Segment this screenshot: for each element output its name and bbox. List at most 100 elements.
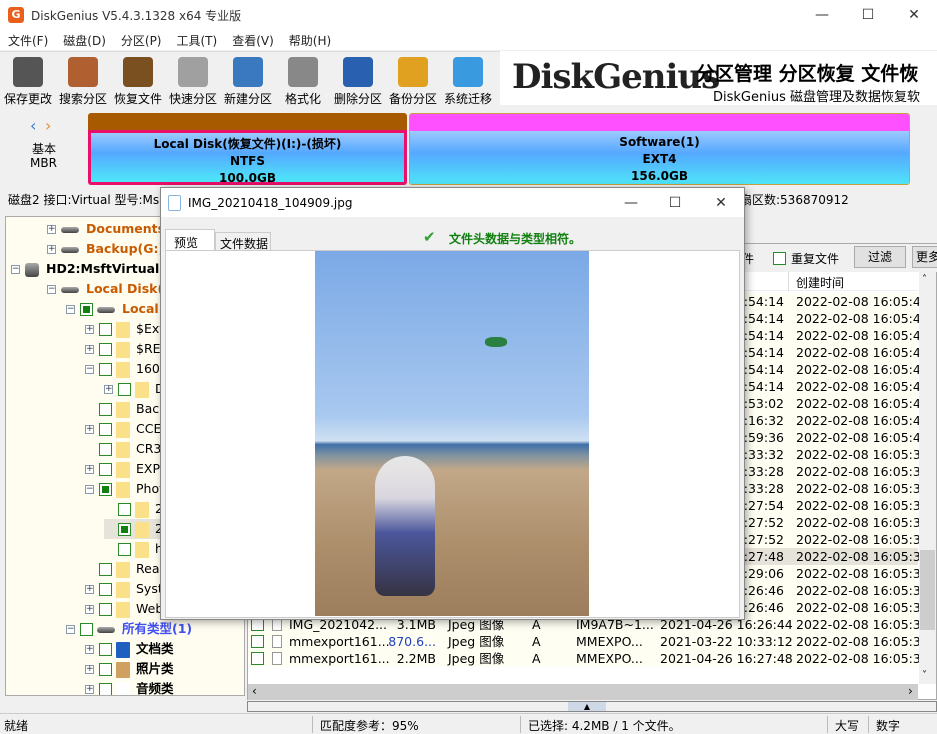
tree-checkbox[interactable]: [99, 483, 112, 496]
collapse-icon[interactable]: −: [66, 625, 75, 634]
table-row[interactable]: mmexport161... 870.6... Jpeg 图像 A MMEXPO... 2…: [248, 633, 929, 650]
more-button[interactable]: 更多: [912, 246, 937, 268]
tree-item[interactable]: +D: [104, 379, 165, 399]
scroll-thumb[interactable]: [920, 550, 935, 630]
tree-checkbox[interactable]: [99, 363, 112, 376]
menu-item[interactable]: 帮助(H): [281, 30, 338, 49]
menu-item[interactable]: 查看(V): [224, 30, 281, 49]
column-created-time[interactable]: 创建时间: [796, 274, 844, 291]
expand-icon[interactable]: +: [47, 245, 56, 254]
filter-button[interactable]: 过滤: [854, 246, 906, 268]
expand-icon[interactable]: +: [47, 225, 56, 234]
splitter[interactable]: ▲: [247, 701, 937, 712]
menu-item[interactable]: 文件(F): [0, 30, 55, 49]
partition-block-software[interactable]: Software(1) EXT4 156.0GB: [409, 113, 910, 185]
created-time: 2022-02-08 16:05:39: [796, 549, 929, 564]
tab-preview[interactable]: 预览: [165, 229, 215, 251]
toolbar-button[interactable]: 快速分区: [166, 54, 220, 106]
tree-item[interactable]: + Backup(G:): [47, 239, 164, 259]
expand-icon[interactable]: +: [85, 345, 94, 354]
tree-item[interactable]: CR3: [85, 439, 161, 459]
close-button[interactable]: ✕: [891, 0, 937, 30]
folder-icon: [116, 401, 130, 418]
collapse-icon[interactable]: −: [85, 485, 94, 494]
toolbar-label: 系统迁移: [443, 92, 492, 106]
duplicate-files-checkbox[interactable]: [773, 252, 786, 265]
folder-icon: [116, 361, 130, 378]
menu-item[interactable]: 工具(T): [169, 30, 225, 49]
tree-checkbox[interactable]: [99, 343, 112, 356]
expand-icon[interactable]: +: [85, 645, 94, 654]
expand-icon[interactable]: +: [85, 605, 94, 614]
child-figure: [375, 456, 435, 596]
tree-item[interactable]: + 音频类: [85, 679, 174, 695]
tree-checkbox[interactable]: [80, 623, 93, 636]
tree-label: EXP: [136, 461, 160, 476]
tree-checkbox[interactable]: [99, 443, 112, 456]
maximize-button[interactable]: ☐: [845, 0, 891, 30]
scroll-down-icon[interactable]: ˅: [922, 670, 927, 681]
tree-checkbox[interactable]: [99, 423, 112, 436]
toolbar-button[interactable]: 格式化: [276, 54, 330, 106]
tree-checkbox[interactable]: [99, 583, 112, 596]
partition-block-local-disk[interactable]: Local Disk(恢复文件)(I:)-(损坏) NTFS 100.0GB: [88, 113, 407, 185]
tree-checkbox[interactable]: [99, 563, 112, 576]
table-row[interactable]: mmexport161... 2.2MB Jpeg 图像 A MMEXPO... 2021…: [248, 650, 929, 667]
tree-checkbox[interactable]: [118, 503, 131, 516]
expand-icon[interactable]: +: [85, 425, 94, 434]
tree-checkbox[interactable]: [80, 303, 93, 316]
tree-checkbox[interactable]: [99, 643, 112, 656]
expand-icon[interactable]: +: [85, 665, 94, 674]
toolbar-button[interactable]: 搜索分区: [56, 54, 110, 106]
expand-icon[interactable]: +: [104, 385, 113, 394]
collapse-icon[interactable]: −: [47, 285, 56, 294]
tree-item[interactable]: + EXP: [85, 459, 160, 479]
next-disk-icon[interactable]: ›: [45, 116, 51, 135]
scroll-left-icon[interactable]: ‹: [252, 684, 257, 698]
menu-item[interactable]: 分区(P): [113, 30, 169, 49]
tree-item[interactable]: + 文档类: [85, 639, 174, 659]
dialog-close-button[interactable]: ✕: [698, 188, 744, 218]
collapse-icon[interactable]: −: [85, 365, 94, 374]
tree-checkbox[interactable]: [99, 663, 112, 676]
created-time: 2022-02-08 16:05:41: [796, 294, 929, 309]
tree-checkbox[interactable]: [118, 523, 131, 536]
vertical-scrollbar[interactable]: ˄ ˅: [919, 272, 936, 684]
expand-icon[interactable]: +: [85, 685, 94, 694]
tree-checkbox[interactable]: [99, 683, 112, 695]
menu-item[interactable]: 磁盘(D): [55, 30, 113, 49]
expand-icon[interactable]: +: [85, 585, 94, 594]
toolbar-button[interactable]: 系统迁移: [441, 54, 495, 106]
tree-item[interactable]: + 照片类: [85, 659, 174, 679]
dialog-minimize-button[interactable]: —: [608, 188, 654, 218]
toolbar-button[interactable]: 保存更改: [1, 54, 55, 106]
prev-disk-icon[interactable]: ‹: [30, 116, 36, 135]
tab-file-data[interactable]: 文件数据: [215, 232, 271, 251]
scroll-right-icon[interactable]: ›: [908, 684, 913, 698]
tree-checkbox[interactable]: [118, 543, 131, 556]
tree-item[interactable]: − HD2:MsftVirtualD: [11, 259, 170, 279]
expand-icon[interactable]: +: [85, 325, 94, 334]
dialog-maximize-button[interactable]: ☐: [652, 188, 698, 218]
tree-checkbox[interactable]: [99, 463, 112, 476]
toolbar-button[interactable]: 备份分区: [386, 54, 440, 106]
row-checkbox[interactable]: [251, 635, 264, 648]
collapse-icon[interactable]: −: [66, 305, 75, 314]
tree-checkbox[interactable]: [118, 383, 131, 396]
tree-checkbox[interactable]: [99, 323, 112, 336]
toolbar-button[interactable]: 删除分区: [331, 54, 385, 106]
save-icon: [13, 57, 43, 87]
tree-item[interactable]: + CCE: [85, 419, 161, 439]
tree-item[interactable]: − 所有类型(1): [66, 619, 192, 639]
tree-checkbox[interactable]: [99, 603, 112, 616]
collapse-icon[interactable]: −: [11, 265, 20, 274]
expand-icon[interactable]: +: [85, 465, 94, 474]
horizontal-scrollbar[interactable]: ‹ ›: [248, 684, 918, 700]
tree-checkbox[interactable]: [99, 403, 112, 416]
minimize-button[interactable]: —: [799, 0, 845, 30]
scroll-up-icon[interactable]: ˄: [922, 274, 927, 285]
row-checkbox[interactable]: [251, 652, 264, 665]
toolbar-button[interactable]: 恢复文件: [111, 54, 165, 106]
toolbar-button[interactable]: 新建分区: [221, 54, 275, 106]
collapse-arrow-icon[interactable]: ▲: [568, 702, 606, 711]
